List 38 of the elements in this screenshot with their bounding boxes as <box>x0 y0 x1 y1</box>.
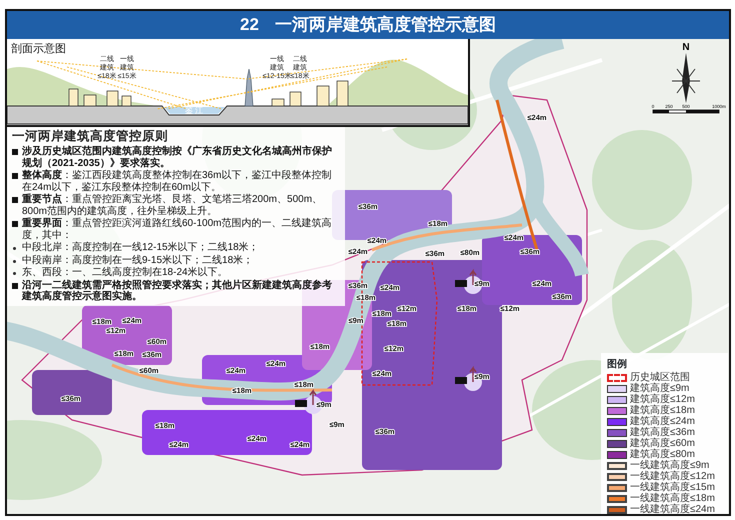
legend-label: 建筑高度≤12m <box>630 394 695 405</box>
legend-label: 一线建筑高度≤15m <box>630 482 715 493</box>
section-title: 剖面示意图 <box>11 43 66 55</box>
legend-label: 建筑高度≤80m <box>630 449 695 460</box>
principle-text: 涉及历史城区范围内建筑高度控制按《广东省历史文化名城高州市保护规划（2021-2035）》要求落实。 <box>22 146 333 169</box>
principle-text: 沿河一二线建筑需严格按照管控要求落实；其他片区新建建筑高度参考建筑高度管控示意图实施。 <box>22 280 333 302</box>
bullet-dot-icon <box>13 272 16 275</box>
legend-label: 建筑高度≤60m <box>630 438 695 449</box>
principles-heading: 一河两岸建筑高度管控原则 <box>12 129 169 144</box>
legend-label: 建筑高度≤9m <box>630 383 690 394</box>
principle-text: 整体高度：鉴江西段建筑高度整体控制在36m以下，鉴江中段整体控制在24m以下，鉴江东段整体控制在60m以下。 <box>22 170 332 193</box>
legend-label: 一线建筑高度≤12m <box>630 471 715 482</box>
bullet-dot-icon <box>13 247 16 250</box>
legend-title: 图例 <box>607 358 628 372</box>
legend-label: 建筑高度≤18m <box>630 405 695 416</box>
river-label: 鉴 江 <box>184 106 204 115</box>
bullet-square-icon <box>12 282 18 288</box>
bullet-square-icon <box>12 221 18 227</box>
principle-text: 重要界面：重点管控距滨河道路红线60-100m范围内的一、二线建筑高度，其中： <box>22 218 332 241</box>
legend-label: 建筑高度≤36m <box>630 427 695 438</box>
principle-text: 东、西段：一、二线高度控制在18-24米以下。 <box>22 267 228 278</box>
bullet-dot-icon <box>13 260 16 262</box>
principle-text: 中段北岸：高度控制在一线12-15米以下；二线18米； <box>22 242 259 254</box>
bullet-square-icon <box>12 149 18 155</box>
figure-number: 22 <box>240 14 259 36</box>
bullet-square-icon <box>12 197 18 203</box>
principle-text: 重要节点：重点管控距离宝光塔、艮塔、文笔塔三塔200m、500m、800m范围内的建筑高度，往外呈梯级上升。 <box>22 194 324 217</box>
legend-label: 一线建筑高度≤18m <box>630 493 715 504</box>
figure-title: 一河两岸建筑高度管控示意图 <box>274 14 496 36</box>
legend-label: 历史城区范围 <box>630 372 690 383</box>
north-arrow-icon <box>672 53 700 103</box>
legend-label: 一线建筑高度≤24m <box>630 504 715 514</box>
north-label: N <box>682 42 690 53</box>
legend-label: 建筑高度≤24m <box>630 416 695 427</box>
bullet-square-icon <box>12 173 18 179</box>
scale-bar-icon <box>652 110 720 114</box>
principle-text: 中段南岸：高度控制在一线9-15米以下；二线18米； <box>22 254 254 266</box>
legend-label: 一线建筑高度≤9m <box>630 460 710 471</box>
